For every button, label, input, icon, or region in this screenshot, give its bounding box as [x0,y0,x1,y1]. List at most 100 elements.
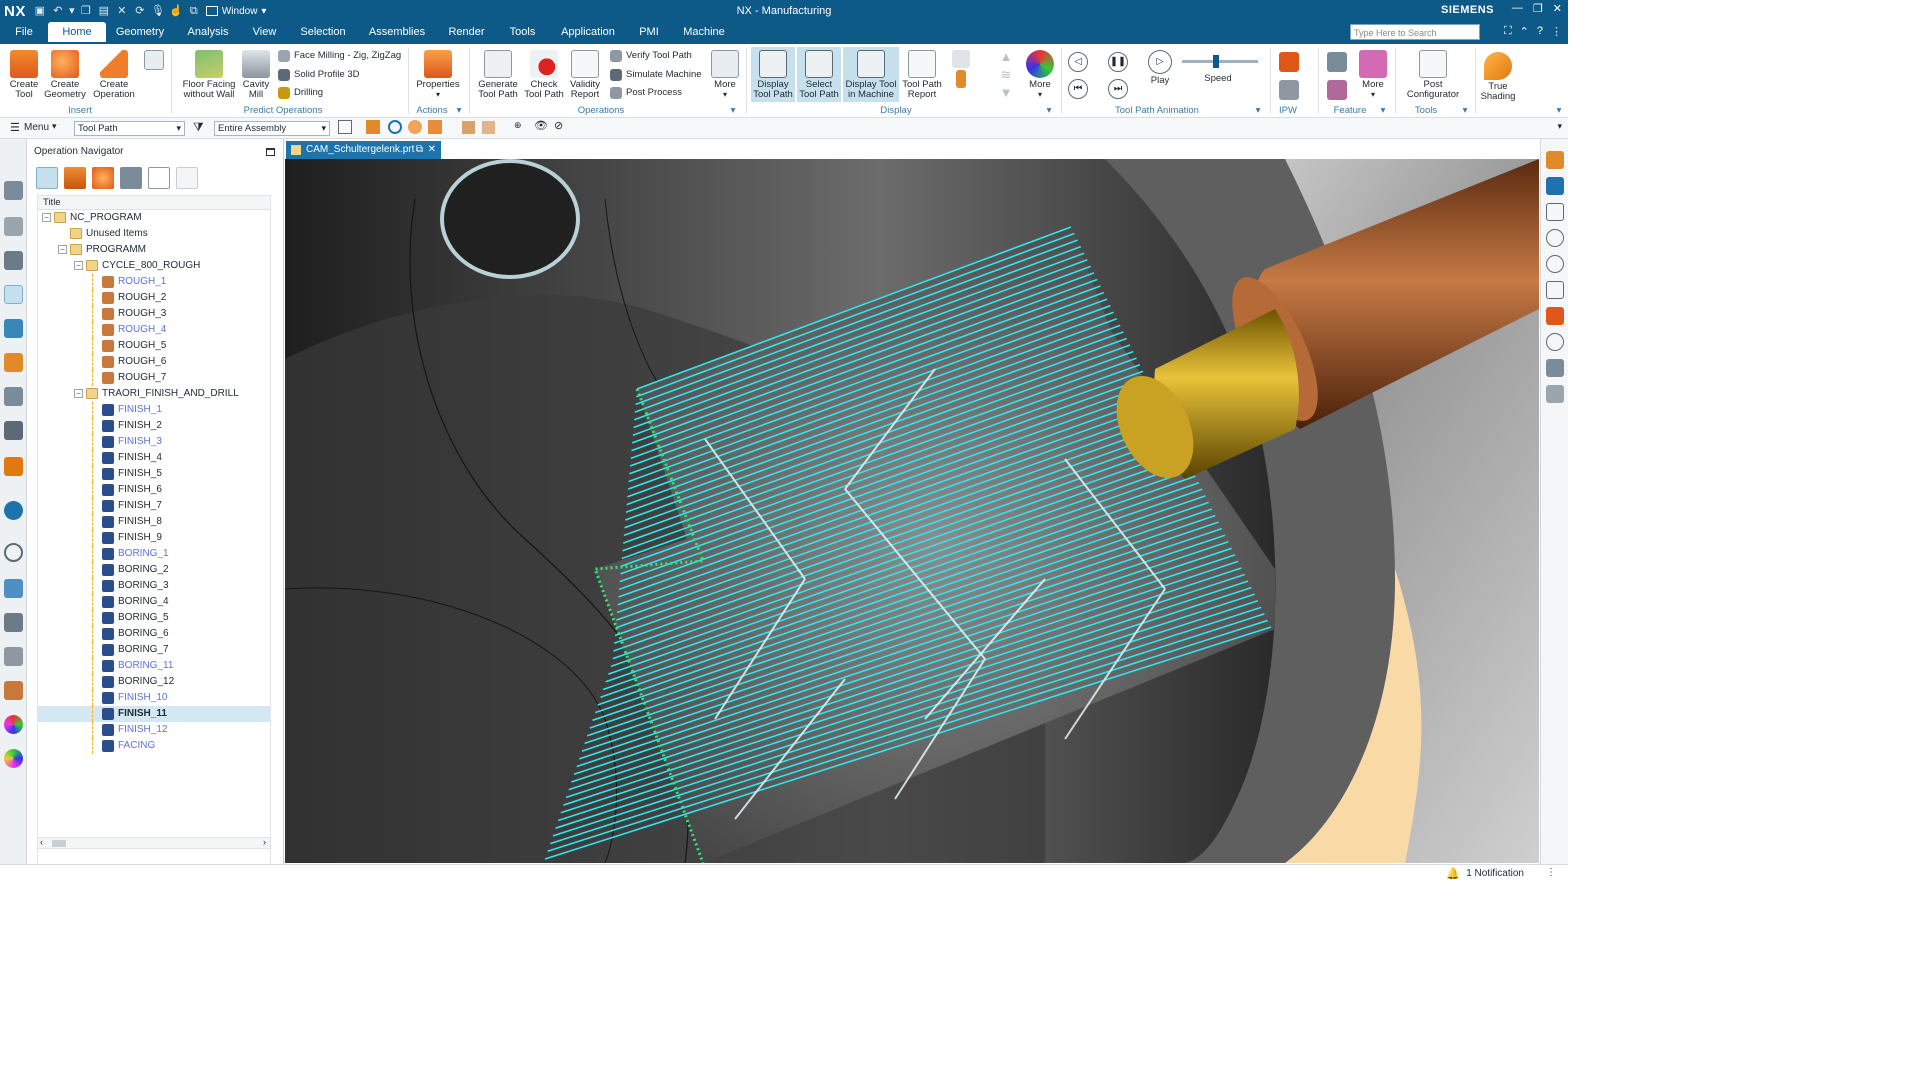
tree-row[interactable]: FINISH_3 [38,434,270,450]
tree-row[interactable]: − NC_PROGRAM [38,210,270,226]
tree-row[interactable]: BORING_2 [38,562,270,578]
undo-icon[interactable]: ↶ [50,3,66,19]
mcs-display-icon[interactable] [1546,385,1564,403]
actions-dropdown-icon[interactable]: ▾ [454,105,464,116]
display-options-button[interactable] [950,50,972,90]
create-tool-button[interactable]: Create Tool [4,50,44,100]
display-more-button[interactable]: More ▾ [1024,50,1056,100]
next-icon[interactable] [1546,255,1564,273]
machine-tool-navigator-icon[interactable] [4,319,23,338]
visual-scenes-icon[interactable] [4,749,23,768]
snap-view-icon[interactable] [1546,177,1564,195]
post-configurator-button[interactable]: Post Configurator [1400,50,1466,100]
system-materials-icon[interactable] [4,681,23,700]
feature-button[interactable] [1326,52,1348,74]
pause-button[interactable]: ❚❚ [1108,52,1128,72]
pin-icon[interactable]: ⧉ [416,141,423,159]
feature-tools-button[interactable] [1326,80,1348,102]
display-tool-in-machine-button[interactable]: Display Tool in Machine [843,47,899,102]
tree-row[interactable]: BORING_6 [38,626,270,642]
selection-scope-dropdown[interactable]: Entire Assembly [214,121,330,136]
tab-selection[interactable]: Selection [287,22,359,44]
help-icon[interactable]: ? [1537,25,1543,38]
create-method-button[interactable] [142,50,166,72]
arrow-down-icon[interactable]: ▼ [998,84,1014,102]
ipw-tools-button[interactable] [1278,80,1300,102]
tree-row[interactable]: Unused Items [38,226,270,242]
tool-path-list-icon[interactable] [1546,203,1564,221]
tab-tools[interactable]: Tools [498,22,547,44]
display-dropdown-icon[interactable]: ▾ [1044,105,1054,116]
microphone-icon[interactable]: 🎙 [150,3,166,19]
machine-view-icon[interactable] [1546,359,1564,377]
tree-row[interactable]: − PROGRAMM [38,242,270,258]
tree-row[interactable]: FINISH_7 [38,498,270,514]
toolbar-options-icon[interactable]: ▾ [1557,121,1562,132]
feature-dropdown-icon[interactable]: ▾ [1378,105,1388,116]
maximize-icon[interactable] [266,148,275,156]
collapse-icon[interactable]: − [74,261,83,270]
delete-icon[interactable]: ✕ [114,3,130,19]
horizontal-scrollbar[interactable]: ‹ › [37,837,271,849]
true-shading-button[interactable]: True Shading [1478,52,1518,102]
ipw-button[interactable] [1278,52,1300,74]
display-tool-path-button[interactable]: Display Tool Path [751,47,795,102]
regenerate-icon[interactable] [1546,281,1564,299]
selection-mode-icon[interactable] [366,120,380,134]
tree-row[interactable]: BORING_3 [38,578,270,594]
paste-icon[interactable]: ▤ [96,3,112,19]
create-operation-button[interactable]: Create Operation [90,50,138,100]
arrow-up-icon[interactable]: ▲ [998,48,1014,66]
speed-slider-handle[interactable] [1213,55,1219,68]
tree-row[interactable]: FINISH_10 [38,690,270,706]
tree-row[interactable]: FINISH_4 [38,450,270,466]
face-milling-button[interactable]: Face Milling - Zig, ZigZag [278,50,401,62]
scroll-left-icon[interactable]: ‹ [40,837,43,847]
scroll-thumb[interactable] [52,840,66,847]
operation-navigator-icon[interactable] [4,285,23,304]
tab-render[interactable]: Render [435,22,498,44]
drilling-button[interactable]: Drilling [278,87,323,99]
globe-icon[interactable] [4,501,23,520]
copy-icon[interactable]: ❐ [78,3,94,19]
operations-dropdown-icon[interactable]: ▾ [728,105,738,116]
undo-dropdown-icon[interactable]: ▾ [68,3,76,19]
tab-home[interactable]: Home [48,22,106,44]
collapse-icon[interactable]: − [58,245,67,254]
geometry-view-icon[interactable] [92,167,114,189]
bell-icon[interactable]: 🔔 [1446,867,1460,880]
column-header-title[interactable]: Title [38,196,270,210]
roles-icon[interactable] [4,647,23,666]
create-geometry-button[interactable]: Create Geometry [44,50,86,100]
process-studio-icon[interactable] [4,579,23,598]
tab-analysis[interactable]: Analysis [174,22,242,44]
tab-geometry[interactable]: Geometry [106,22,174,44]
collapse-icon[interactable]: − [42,213,51,222]
filter-icon[interactable]: ⧩ [193,120,204,135]
tree-row[interactable]: BORING_12 [38,674,270,690]
mcs-icon[interactable]: ⊕ [514,120,522,131]
tree-row[interactable]: FINISH_2 [38,418,270,434]
tree-row[interactable]: BORING_1 [38,546,270,562]
command-search-input[interactable]: Type Here to Search [1350,24,1480,40]
feature-more-button[interactable]: More ▾ [1358,50,1388,100]
tab-view[interactable]: View [242,22,287,44]
tools-dropdown-icon[interactable]: ▾ [1460,105,1470,116]
graphics-window[interactable] [285,159,1539,863]
properties-button[interactable]: Properties ▾ [414,50,462,100]
point-snap-icon[interactable] [428,120,442,134]
repeat-command-icon[interactable]: ⟳ [132,3,148,19]
scroll-right-icon[interactable]: › [263,837,266,847]
tab-application[interactable]: Application [547,22,629,44]
restore-icon[interactable]: ❐ [1533,2,1543,15]
model-viewport[interactable] [285,159,1539,863]
cavity-mill-button[interactable]: Cavity Mill [240,50,272,100]
to-start-button[interactable]: ⏮ [1068,79,1088,99]
machining-method-view-icon[interactable] [120,167,142,189]
post-process-button[interactable]: Post Process [610,87,682,99]
tree-row[interactable]: ROUGH_4 [38,322,270,338]
close-tab-icon[interactable]: ✕ [428,141,436,159]
validity-report-button[interactable]: Validity Report [566,50,604,100]
tree-row[interactable]: FINISH_5 [38,466,270,482]
tree-row[interactable]: FINISH_11 [38,706,270,722]
